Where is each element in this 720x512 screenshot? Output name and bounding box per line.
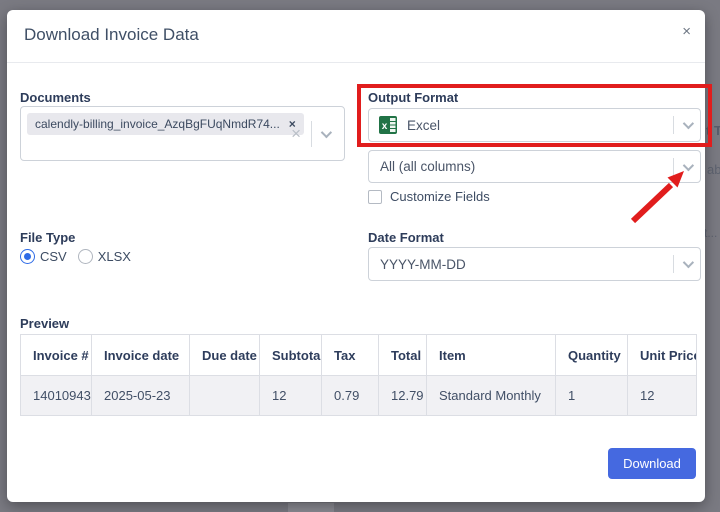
radio-option-csv[interactable]: CSV <box>20 249 67 264</box>
cell-total: 12.79 <box>378 375 427 416</box>
cell-due-date <box>189 375 260 416</box>
output-format-select[interactable]: x Excel <box>368 108 701 142</box>
radio-label: XLSX <box>97 249 131 264</box>
file-type-options: CSV XLSX <box>20 249 142 264</box>
preview-label: Preview <box>20 316 70 331</box>
cell-item: Standard Monthly <box>426 375 556 416</box>
table-row: 14010943 2025-05-23 12 0.79 12.79 Standa… <box>20 375 697 416</box>
column-header: Quantity <box>555 334 628 376</box>
output-format-label: Output Format <box>368 90 459 105</box>
excel-icon: x <box>379 116 397 134</box>
file-type-label: File Type <box>20 230 76 245</box>
chevron-down-icon[interactable] <box>674 256 700 269</box>
column-header: Due date <box>189 334 260 376</box>
radio-label: CSV <box>40 249 67 264</box>
radio-selected-icon[interactable] <box>20 249 35 264</box>
column-header: Invoice # <box>20 334 92 376</box>
table-header-row: Invoice # Invoice date Due date Subtotal… <box>20 334 697 376</box>
radio-option-xlsx[interactable]: XLSX <box>77 249 131 264</box>
modal-header: Download Invoice Data × <box>7 10 705 63</box>
cell-subtotal: 12 <box>259 375 322 416</box>
backdrop-text-fragment: t T <box>706 123 720 138</box>
column-header: Tax <box>321 334 379 376</box>
customize-fields-label: Customize Fields <box>390 189 490 204</box>
backdrop-text-fragment: t... <box>704 226 718 240</box>
columns-select-value: All (all columns) <box>380 159 476 174</box>
date-format-label: Date Format <box>368 230 444 245</box>
cell-invoice-number: 14010943 <box>20 375 92 416</box>
customize-fields-row: Customize Fields <box>368 189 490 204</box>
column-header: Subtotal <box>259 334 322 376</box>
date-format-value: YYYY-MM-DD <box>380 256 466 272</box>
column-header: Invoice date <box>91 334 190 376</box>
document-tag: calendly-billing_invoice_AzqBgFUqNmdR74.… <box>27 113 304 135</box>
download-invoice-modal: Download Invoice Data × Documents calend… <box>7 10 712 502</box>
cell-quantity: 1 <box>555 375 628 416</box>
chevron-down-icon[interactable] <box>674 117 700 130</box>
preview-table: Invoice # Invoice date Due date Subtotal… <box>20 334 697 416</box>
customize-fields-checkbox[interactable] <box>368 189 382 204</box>
backdrop-block <box>288 503 334 512</box>
cell-tax: 0.79 <box>321 375 379 416</box>
modal-title: Download Invoice Data <box>24 25 199 44</box>
document-tag-label: calendly-billing_invoice_AzqBgFUqNmdR74.… <box>35 117 280 131</box>
close-icon[interactable]: × <box>682 24 691 39</box>
columns-select[interactable]: All (all columns) <box>368 150 701 183</box>
documents-multiselect[interactable]: calendly-billing_invoice_AzqBgFUqNmdR74.… <box>20 106 345 161</box>
chevron-down-icon[interactable] <box>674 159 700 171</box>
chevron-down-icon[interactable] <box>312 126 338 138</box>
download-button[interactable]: Download <box>608 448 696 479</box>
clear-all-icon[interactable]: × <box>281 124 311 144</box>
column-header: Unit Price <box>627 334 697 376</box>
cell-invoice-date: 2025-05-23 <box>91 375 190 416</box>
radio-unselected-icon[interactable] <box>77 249 93 264</box>
documents-label: Documents <box>20 90 91 105</box>
backdrop-text-fragment: ab <box>707 162 720 177</box>
cell-unit-price: 12 <box>627 375 697 416</box>
date-format-select[interactable]: YYYY-MM-DD <box>368 247 701 281</box>
svg-text:x: x <box>382 121 388 132</box>
screen-backdrop: t T ab t... Download Invoice Data × Docu… <box>0 0 720 512</box>
column-header: Total <box>378 334 427 376</box>
column-header: Item <box>426 334 556 376</box>
output-format-value: Excel <box>407 117 441 133</box>
